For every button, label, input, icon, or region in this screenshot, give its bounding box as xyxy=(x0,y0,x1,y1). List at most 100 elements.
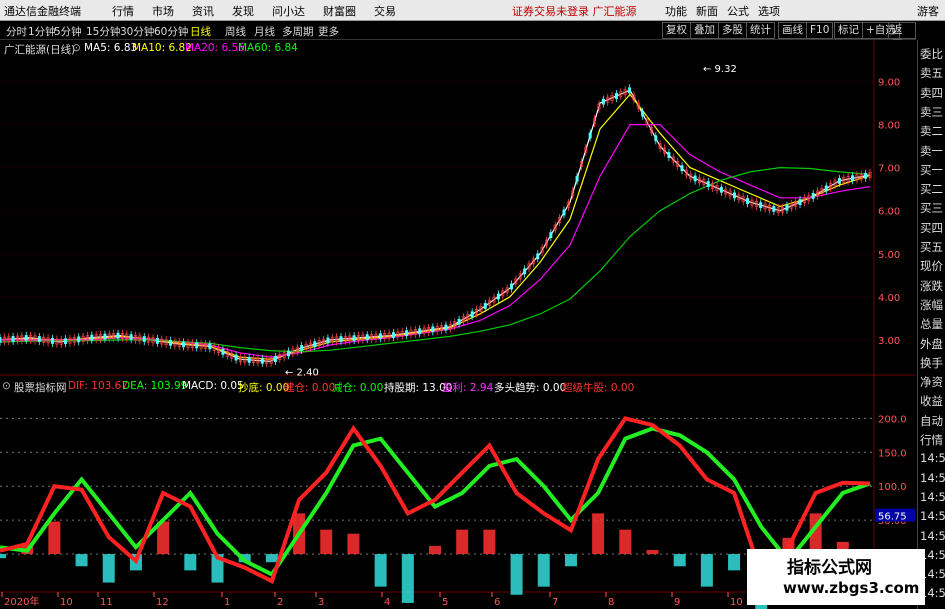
tool-4[interactable]: 画线 xyxy=(778,22,807,39)
settings-icon[interactable]: ⊙ xyxy=(72,42,81,54)
ma-label-0: MA5: 6.83 xyxy=(84,42,138,54)
sidebar-item-0[interactable]: 委比 xyxy=(920,46,945,62)
period-5[interactable]: 60分钟 xyxy=(154,24,188,39)
sidebar-item-16[interactable]: 换手 xyxy=(920,355,945,371)
candle-body xyxy=(169,339,173,346)
sidebar-item-3[interactable]: 卖三 xyxy=(920,104,945,120)
date-label: 2 xyxy=(277,597,283,608)
menu-4[interactable]: 问小达 xyxy=(272,5,305,18)
candle-body xyxy=(195,342,199,349)
candle-body xyxy=(628,87,632,94)
tool-1[interactable]: 叠加 xyxy=(690,22,719,39)
watermark-url: www.zbgs3.com xyxy=(783,579,920,597)
right-menu-3[interactable]: 选项 xyxy=(758,5,780,18)
macd-bar xyxy=(673,554,686,567)
candle-body xyxy=(64,338,68,345)
right-menu: 功能 新面 公式 选项 xyxy=(665,3,789,19)
period-2[interactable]: 5分钟 xyxy=(54,24,82,39)
macd-bar xyxy=(0,554,6,559)
sidebar-item-1[interactable]: 卖五 xyxy=(920,65,945,81)
right-menu-2[interactable]: 公式 xyxy=(727,5,749,18)
candle-body xyxy=(588,132,592,139)
ind-label-8: 多头趋势: 0.00 xyxy=(494,382,567,394)
sidebar-item-5[interactable]: 卖一 xyxy=(920,143,945,159)
candle-body xyxy=(155,338,159,344)
sidebar-item-11[interactable]: 现价 xyxy=(920,258,945,274)
tool-3[interactable]: 统计 xyxy=(746,22,775,39)
price-axis-label: 6.00 xyxy=(878,207,900,218)
menu-0[interactable]: 行情 xyxy=(112,5,134,18)
candle-body xyxy=(536,253,540,260)
sidebar-item-23[interactable]: 14:50 xyxy=(920,490,945,504)
period-4[interactable]: 30分钟 xyxy=(120,24,154,39)
login-warning[interactable]: 证券交易未登录 广汇能源 xyxy=(512,3,637,19)
candle-body xyxy=(601,98,605,105)
sidebar-item-2[interactable]: 卖四 xyxy=(920,85,945,101)
ma-label-3: MA60: 6.84 xyxy=(238,42,298,54)
candle-body xyxy=(431,326,435,333)
candle-body xyxy=(182,341,186,348)
candle-body xyxy=(562,209,566,216)
tool-0[interactable]: 复权 xyxy=(662,22,691,39)
period-7[interactable]: 周线 xyxy=(225,24,246,39)
sidebar-item-21[interactable]: 14:50 xyxy=(920,451,945,465)
menu-3[interactable]: 发现 xyxy=(232,5,254,18)
candle-body xyxy=(365,334,369,341)
candle-body xyxy=(142,336,146,342)
period-1[interactable]: 1分钟 xyxy=(28,24,56,39)
period-6[interactable]: 日线 xyxy=(190,24,211,39)
chart-area[interactable]: 9.00 8.00 7.00 6.00 5.00 4.00 3.00 ← 9.32 ← 2.40… xyxy=(0,40,916,609)
period-10[interactable]: 更多 xyxy=(318,24,339,39)
macd-bar xyxy=(619,529,632,555)
date-label: 12 xyxy=(156,597,169,608)
date-label: 1 xyxy=(224,597,230,608)
candle-body xyxy=(90,334,94,341)
sidebar-item-8[interactable]: 买三 xyxy=(920,200,945,216)
sidebar-item-15[interactable]: 外盘 xyxy=(920,336,945,352)
sidebar-item-24[interactable]: 14:50 xyxy=(920,509,945,523)
sidebar-item-4[interactable]: 卖二 xyxy=(920,123,945,139)
candle-body xyxy=(326,337,330,344)
sidebar-item-10[interactable]: 买五 xyxy=(920,239,945,255)
sidebar-item-19[interactable]: 自动 xyxy=(920,413,945,429)
menu-2[interactable]: 资讯 xyxy=(192,5,214,18)
macd-bar xyxy=(75,554,88,567)
price-axis-label: 8.00 xyxy=(878,121,900,132)
price-legend: 广汇能源(日线) ⊙ MA5: 6.83 MA10: 6.82 MA20: 6.56… xyxy=(2,42,872,56)
period-9[interactable]: 多周期 xyxy=(282,24,314,39)
sidebar-item-18[interactable]: 收益 xyxy=(920,393,945,409)
ma-label-2: MA20: 6.56 xyxy=(185,42,245,54)
sidebar-item-6[interactable]: 买一 xyxy=(920,162,945,178)
candle-body xyxy=(234,354,238,361)
menu-6[interactable]: 交易 xyxy=(374,5,396,18)
tool-5[interactable]: F10 xyxy=(806,22,834,39)
indicator-legend: ⊙ 股票指标网 DIF: 103.67 DEA: 103.99 MACD: 0.05… xyxy=(2,380,872,394)
price-axis-label: 4.00 xyxy=(878,293,900,304)
sidebar-item-9[interactable]: 买四 xyxy=(920,220,945,236)
sidebar-item-22[interactable]: 14:50 xyxy=(920,471,945,485)
period-0[interactable]: 分时 xyxy=(6,24,27,39)
sidebar-item-17[interactable]: 净资 xyxy=(920,374,945,390)
candle-body xyxy=(470,311,474,318)
sidebar-item-13[interactable]: 涨幅 xyxy=(920,297,945,313)
indicator-axis-label: 200.0 xyxy=(878,414,907,425)
indicator-name[interactable]: 股票指标网 xyxy=(14,380,67,395)
period-3[interactable]: 15分钟 xyxy=(86,24,120,39)
tool-8[interactable]: 返回 xyxy=(888,22,916,51)
right-menu-0[interactable]: 功能 xyxy=(665,5,687,18)
tool-2[interactable]: 多股 xyxy=(718,22,747,39)
sidebar-item-7[interactable]: 买二 xyxy=(920,181,945,197)
period-8[interactable]: 月线 xyxy=(254,24,275,39)
right-menu-1[interactable]: 新面 xyxy=(696,5,718,18)
guest-label[interactable]: 游客 xyxy=(917,3,939,19)
sidebar-item-12[interactable]: 涨跌 xyxy=(920,278,945,294)
menu-1[interactable]: 市场 xyxy=(152,5,174,18)
indicator-settings-icon[interactable]: ⊙ xyxy=(2,380,11,392)
tool-6[interactable]: 标记 xyxy=(834,22,863,39)
sidebar-item-20[interactable]: 行情 xyxy=(920,432,945,448)
candle-body xyxy=(746,198,750,204)
sidebar-item-25[interactable]: 14:50 xyxy=(920,529,945,543)
menu-5[interactable]: 财富圈 xyxy=(323,5,356,18)
candle-body xyxy=(208,343,212,350)
sidebar-item-14[interactable]: 总量 xyxy=(920,316,945,332)
